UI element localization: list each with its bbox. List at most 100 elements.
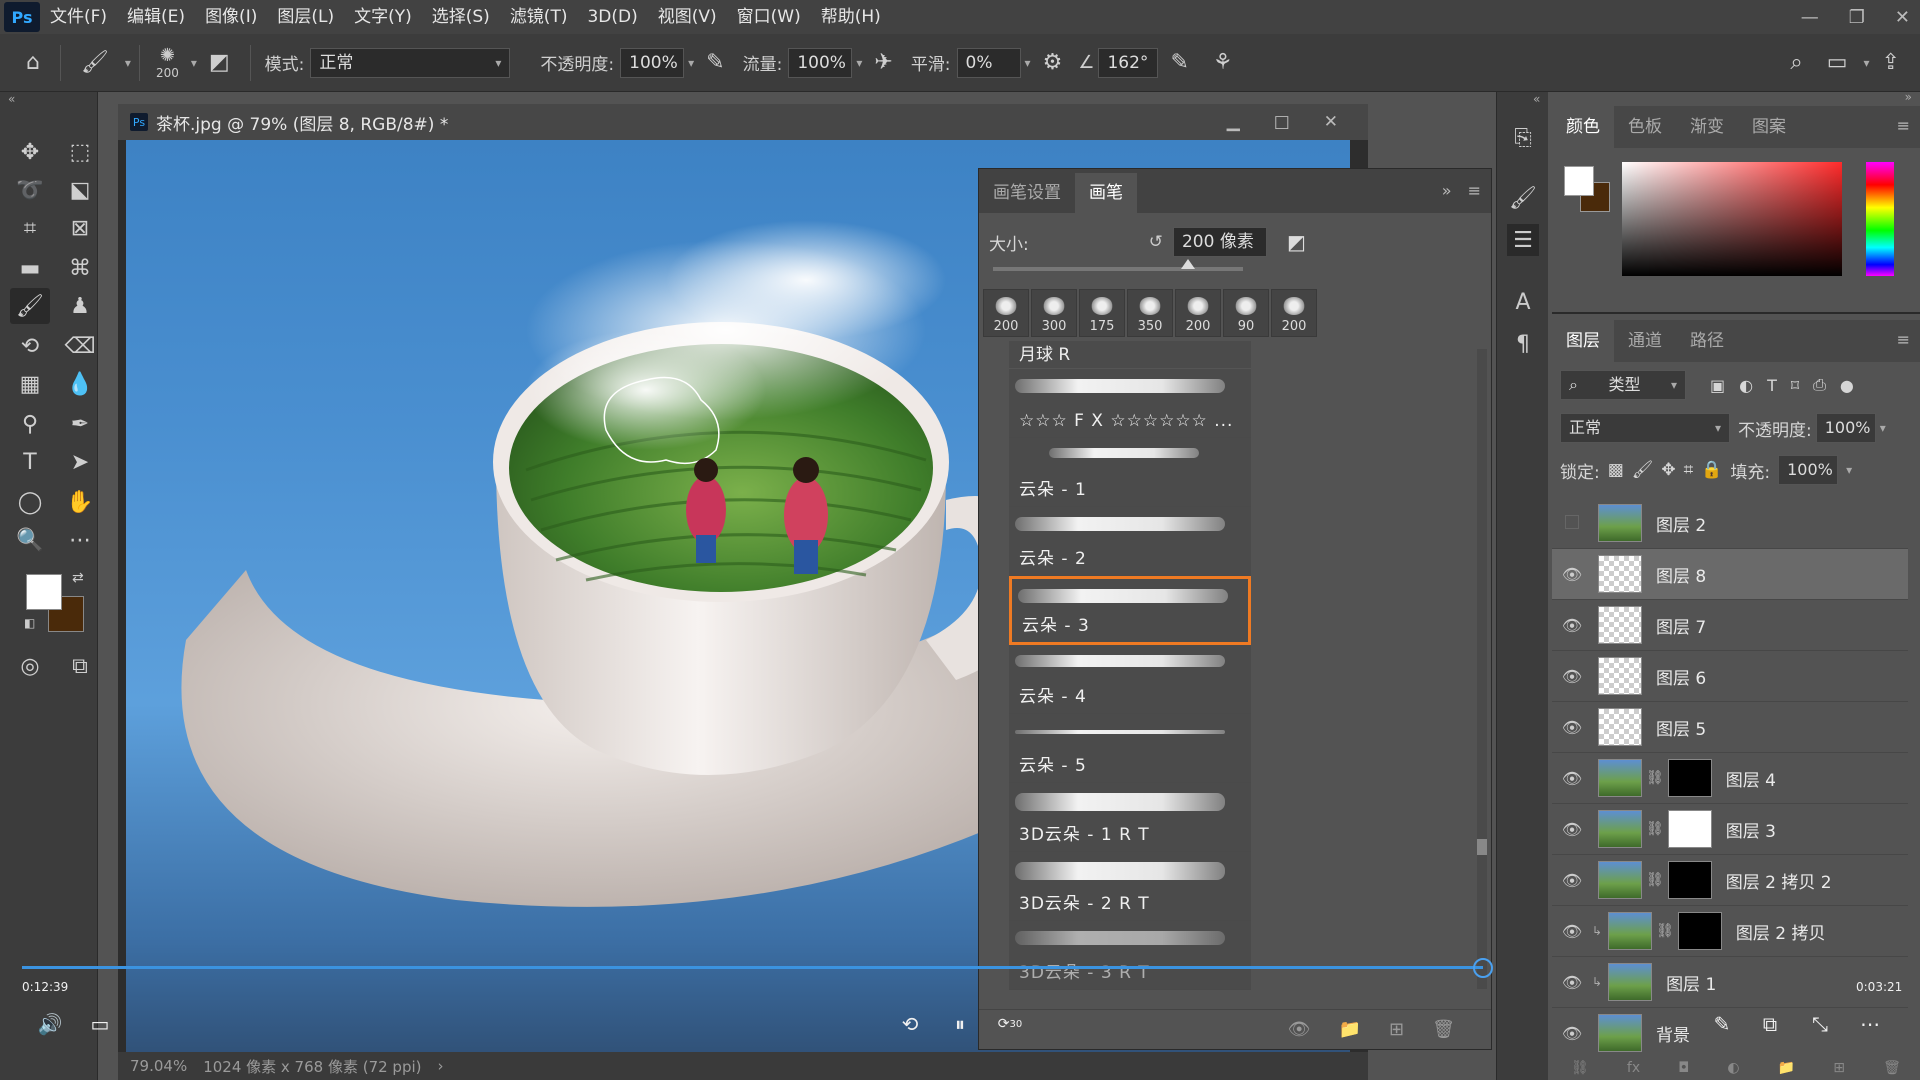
filter-toggle-icon[interactable]: ●: [1840, 376, 1854, 395]
menu-filter[interactable]: 滤镜(T): [500, 0, 578, 34]
brush-list-item[interactable]: 云朵 - 5: [1009, 714, 1251, 783]
share-icon[interactable]: ⇪: [1870, 50, 1912, 75]
layer-row[interactable]: 👁 图层 5: [1552, 702, 1908, 753]
layer-row-selected[interactable]: 👁 图层 8: [1552, 549, 1908, 600]
brush-tool-icon[interactable]: 🖌: [10, 288, 50, 324]
ellipse-tool-icon[interactable]: ◯: [10, 484, 50, 520]
menu-image[interactable]: 图像(I): [195, 0, 267, 34]
filter-shape-icon[interactable]: ⌑: [1791, 376, 1799, 395]
add-mask-icon[interactable]: ◘: [1678, 1060, 1689, 1076]
fill-field[interactable]: 100%: [1778, 455, 1839, 485]
trash-icon[interactable]: 🗑: [1883, 1060, 1901, 1076]
visibility-toggle-off[interactable]: [1552, 514, 1592, 533]
exit-fullscreen-icon[interactable]: ⤡: [1804, 1008, 1836, 1040]
airbrush-icon[interactable]: ✈: [862, 50, 904, 75]
eraser-tool-icon[interactable]: ⌫: [60, 328, 100, 364]
preset-brush[interactable]: 200: [1175, 289, 1221, 337]
layer-mask-thumbnail[interactable]: [1677, 912, 1722, 950]
lasso-tool-icon[interactable]: ➰: [10, 172, 50, 208]
brush-list-item[interactable]: ☆☆☆ F X ☆☆☆☆☆☆ ...: [1009, 369, 1251, 438]
brushes-panel-icon[interactable]: ☰: [1507, 224, 1539, 256]
crop-tool-icon[interactable]: ⌗: [10, 210, 50, 246]
reset-size-icon[interactable]: ↺: [1149, 232, 1163, 252]
frame-tool-icon[interactable]: ⊠: [60, 210, 100, 246]
smoothing-field[interactable]: 0%: [956, 47, 1021, 78]
layer-row[interactable]: 👁 ⛓ 图层 3: [1552, 804, 1908, 855]
mode-select[interactable]: 正常 ▾: [310, 47, 511, 78]
character-panel-icon[interactable]: A: [1507, 286, 1539, 318]
preset-brush[interactable]: 200: [1271, 289, 1317, 337]
brush-settings-toggle-icon[interactable]: ◩: [197, 50, 242, 75]
brush-list-item[interactable]: 云朵 - 1: [1009, 438, 1251, 507]
symmetry-icon[interactable]: ⚘: [1201, 50, 1245, 75]
new-brush-icon[interactable]: ⊞: [1389, 1019, 1404, 1040]
filter-adjustment-icon[interactable]: ◐: [1739, 376, 1753, 395]
hue-slider[interactable]: [1866, 162, 1894, 276]
brush-list-item[interactable]: 云朵 - 2: [1009, 507, 1251, 576]
eye-icon[interactable]: 👁: [1552, 820, 1592, 839]
link-icon[interactable]: ⛓: [1646, 872, 1664, 888]
home-icon[interactable]: ⌂: [14, 50, 52, 75]
doc-maximize-button[interactable]: □: [1274, 112, 1290, 132]
gradient-tool-icon[interactable]: ▦: [10, 366, 50, 402]
preset-brush[interactable]: 350: [1127, 289, 1173, 337]
zoom-level[interactable]: 79.04%: [130, 1057, 187, 1075]
eye-icon[interactable]: 👁: [1552, 616, 1592, 635]
blur-tool-icon[interactable]: 💧: [60, 366, 100, 402]
layer-mask-thumbnail[interactable]: [1667, 810, 1712, 848]
lock-image-icon[interactable]: 🖌: [1632, 460, 1654, 480]
menu-type[interactable]: 文字(Y): [344, 0, 422, 34]
tab-brush-settings[interactable]: 画笔设置: [979, 173, 1075, 213]
tab-swatches[interactable]: 色板: [1614, 106, 1676, 148]
filter-pixel-icon[interactable]: ▣: [1710, 376, 1725, 395]
collapse-icon[interactable]: «: [8, 92, 15, 106]
object-select-tool-icon[interactable]: ⬕: [60, 172, 100, 208]
path-select-tool-icon[interactable]: ➤: [60, 444, 100, 480]
eye-icon[interactable]: 👁: [1552, 973, 1592, 992]
gear-icon[interactable]: ⚙: [1031, 50, 1075, 75]
eye-icon[interactable]: 👁: [1552, 718, 1592, 737]
eye-icon[interactable]: 👁: [1552, 1024, 1592, 1043]
flow-field[interactable]: 100%: [788, 47, 853, 78]
brush-list-item[interactable]: 3D云朵 - 3 R T: [1009, 921, 1251, 990]
brush-settings-panel-icon[interactable]: 🖌: [1507, 182, 1539, 214]
brush-preset-picker[interactable]: ✺ 200: [148, 45, 187, 80]
screen-mode-icon[interactable]: ⧉: [60, 648, 100, 684]
size-field[interactable]: 200 像素: [1172, 227, 1267, 257]
expand-icon[interactable]: »: [1905, 90, 1912, 104]
document-tab[interactable]: Ps 茶杯.jpg @ 79% (图层 8, RGB/8#) * ▁ □ ✕: [118, 104, 1368, 140]
default-colors-icon[interactable]: ◧: [24, 616, 35, 630]
menu-edit[interactable]: 编辑(E): [117, 0, 195, 34]
collapse-icon[interactable]: «: [1533, 92, 1540, 106]
layer-opacity-field[interactable]: 100%: [1815, 413, 1876, 443]
menu-3d[interactable]: 3D(D): [577, 0, 647, 34]
workspace-icon[interactable]: ▭: [1815, 50, 1860, 75]
history-panel-icon[interactable]: ⎘: [1507, 122, 1539, 154]
menu-window[interactable]: 窗口(W): [727, 0, 811, 34]
layer-row[interactable]: 👁 图层 7: [1552, 600, 1908, 651]
swap-colors-icon[interactable]: ⇄: [72, 570, 84, 586]
stamp-tool-icon[interactable]: ♟: [60, 288, 100, 324]
layer-mask-thumbnail[interactable]: [1667, 861, 1712, 899]
eye-icon[interactable]: 👁: [1552, 769, 1592, 788]
layer-mask-thumbnail[interactable]: [1667, 759, 1712, 797]
panel-menu-icon[interactable]: ≡: [1897, 116, 1910, 135]
preset-brush[interactable]: 90: [1223, 289, 1269, 337]
size-slider-thumb[interactable]: [1181, 259, 1195, 269]
close-button[interactable]: ✕: [1895, 7, 1910, 28]
preset-brush[interactable]: 300: [1031, 289, 1077, 337]
chevron-down-icon[interactable]: ▾: [1846, 463, 1852, 477]
foreground-color-swatch[interactable]: [1564, 166, 1594, 196]
layer-row[interactable]: 👁 ↳ ⛓ 图层 2 拷贝: [1552, 906, 1908, 957]
tab-color[interactable]: 颜色: [1552, 106, 1614, 148]
new-group-icon[interactable]: 📁: [1339, 1019, 1361, 1040]
subtitles-icon[interactable]: ▭: [84, 1008, 116, 1040]
foreground-color-swatch[interactable]: [26, 574, 62, 610]
lock-transparent-icon[interactable]: ▩: [1608, 460, 1624, 480]
brush-list-item[interactable]: 云朵 - 4: [1009, 645, 1251, 714]
layer-row[interactable]: 👁 ⛓ 图层 2 拷贝 2: [1552, 855, 1908, 906]
eye-icon[interactable]: 👁: [1552, 667, 1592, 686]
type-tool-icon[interactable]: T: [10, 444, 50, 480]
color-picker-field[interactable]: [1622, 162, 1842, 276]
brush-tool-icon[interactable]: 🖌: [69, 50, 121, 75]
